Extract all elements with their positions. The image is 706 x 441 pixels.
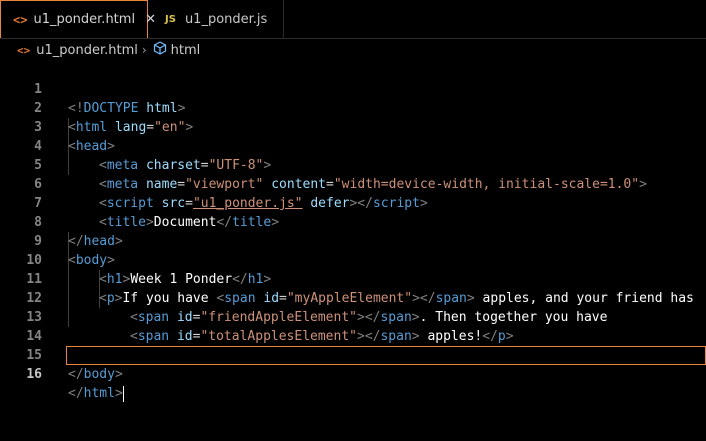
tab-label: u1_ponder.html <box>33 12 136 27</box>
code-line[interactable]: 6 <script src="u1_ponder.js" defer></scr… <box>0 156 706 211</box>
code-line[interactable]: 4 <meta charset="UTF-8"> <box>0 118 706 173</box>
symbol-cube-icon <box>153 41 167 59</box>
code-line[interactable]: 15 </body> <box>0 327 706 382</box>
code-editor[interactable]: 1 <!DOCTYPE html> 2 <html lang="en"> 3 <… <box>0 61 706 441</box>
tab-label: u1_ponder.js <box>184 11 268 27</box>
breadcrumb-symbol[interactable]: html <box>171 43 201 58</box>
line-number: 16 <box>26 367 42 382</box>
tab-u1-ponder-html[interactable]: <> u1_ponder.html ✕ <box>0 0 156 38</box>
html-file-icon: <> <box>13 12 28 27</box>
tab-u1-ponder-js[interactable]: JS u1_ponder.js <box>149 0 284 38</box>
breadcrumb: <> u1_ponder.html › html <box>0 39 706 61</box>
code-line[interactable]: 11 <p>If you have <span id="myAppleEleme… <box>0 251 706 306</box>
code-line[interactable]: 10 <h1>Week 1 Ponder</h1> <box>0 232 706 287</box>
code-line[interactable]: 2 <html lang="en"> <box>0 80 706 135</box>
js-file-icon: JS <box>165 13 176 25</box>
html-file-icon: <> <box>17 43 31 57</box>
code-line[interactable]: 3 <head> <box>0 99 706 154</box>
code-line[interactable]: 14 <box>0 308 706 344</box>
code-line[interactable]: 9 <body> <box>0 213 706 268</box>
code-line[interactable]: 5 <meta name="viewport" content="width=d… <box>0 137 706 192</box>
code-line[interactable]: 12 <span id="friendAppleElement"></span>… <box>0 270 706 325</box>
code-line[interactable]: 7 <title>Document</title> <box>0 175 706 230</box>
breadcrumb-file[interactable]: u1_ponder.html <box>36 43 138 58</box>
editor-tab-bar: <> u1_ponder.html ✕ JS u1_ponder.js <box>0 0 706 39</box>
code-line[interactable]: 13 <span id="totalApplesElement"></span>… <box>0 289 706 344</box>
code-line[interactable]: 1 <!DOCTYPE html> <box>0 61 706 116</box>
chevron-right-icon: › <box>141 43 147 57</box>
code-line[interactable]: 8 </head> <box>0 194 706 249</box>
code-line-active[interactable]: 16 </html> <box>0 346 706 402</box>
text-cursor <box>122 385 124 402</box>
